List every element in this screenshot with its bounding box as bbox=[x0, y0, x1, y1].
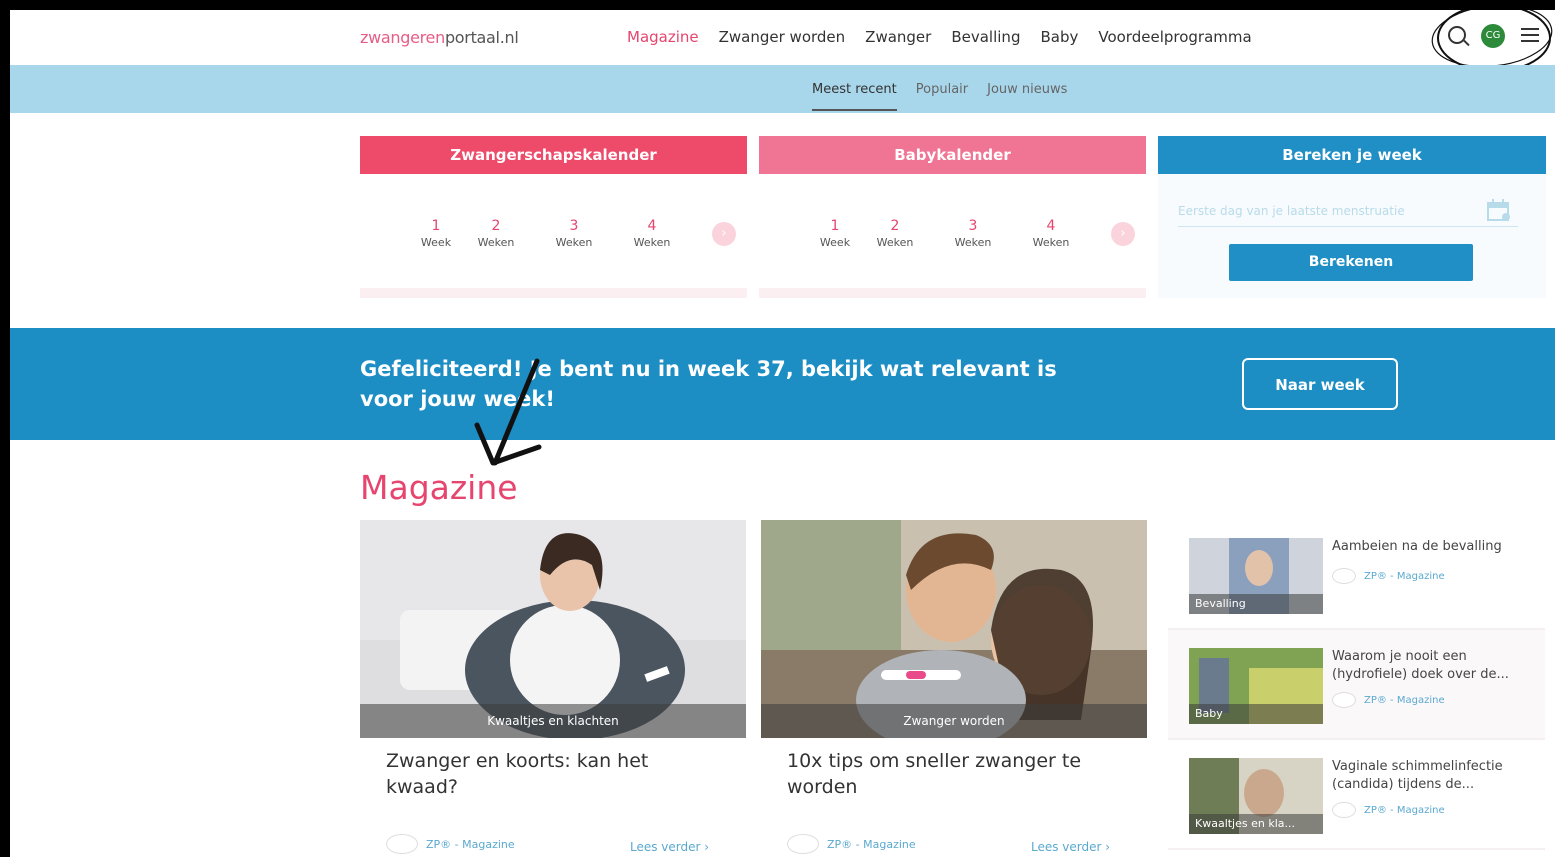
chevron-right-icon: › bbox=[704, 840, 710, 854]
article-title[interactable]: Vaginale schimmelinfectie (candida) tijd… bbox=[1332, 758, 1522, 794]
read-more-link[interactable]: Lees verder › bbox=[630, 840, 709, 854]
pregnancy-calendar-card: Zwangerschapskalender 1 Week 2 Weken 3 Weke… bbox=[360, 136, 747, 298]
week-link[interactable]: 4 Weken bbox=[1012, 218, 1090, 249]
nav-item-zwanger-worden[interactable]: Zwanger worden bbox=[719, 28, 846, 46]
article-title[interactable]: Aambeien na de bevalling bbox=[1332, 538, 1522, 556]
zp-logo-icon bbox=[787, 834, 819, 854]
chevron-right-icon[interactable]: › bbox=[712, 222, 736, 246]
article-image: Zwanger worden bbox=[761, 520, 1147, 738]
nav-item-zwanger[interactable]: Zwanger bbox=[865, 28, 931, 46]
thumbnail-category: Baby bbox=[1189, 704, 1323, 724]
list-item[interactable]: Bevalling Aambeien na de bevalling ZP® -… bbox=[1168, 520, 1545, 630]
week-link[interactable]: 3 Weken bbox=[535, 218, 613, 249]
nav-item-magazine[interactable]: Magazine bbox=[627, 28, 699, 46]
article-image: Kwaaltjes en klachten bbox=[360, 520, 746, 738]
chevron-right-icon[interactable]: › bbox=[1111, 222, 1135, 246]
article-thumbnail: Bevalling bbox=[1189, 538, 1323, 614]
article-title[interactable]: 10x tips om sneller zwanger te worden bbox=[787, 748, 1127, 800]
article-source: ZP® - Magazine bbox=[1332, 692, 1445, 708]
top-header: zwangerenportaal.nl Magazine Zwanger wor… bbox=[10, 10, 1555, 72]
zp-logo-icon bbox=[386, 834, 418, 854]
article-title[interactable]: Waarom je nooit een (hydrofiele) doek ov… bbox=[1332, 648, 1522, 684]
week-number: 4 bbox=[1046, 218, 1056, 234]
logo-part-1: zwangeren bbox=[360, 28, 445, 47]
zp-logo-icon bbox=[1332, 802, 1356, 818]
article-card[interactable]: Zwanger worden 10x tips om sneller zwang… bbox=[761, 520, 1147, 857]
week-number: 3 bbox=[968, 218, 978, 234]
week-calculator-card: Bereken je week Eerste dag van je laatst… bbox=[1158, 136, 1546, 298]
browser-viewport: zwangerenportaal.nl Magazine Zwanger wor… bbox=[10, 10, 1555, 857]
week-number: 1 bbox=[431, 218, 441, 234]
site-logo[interactable]: zwangerenportaal.nl bbox=[360, 28, 519, 47]
article-source: ZP® - Magazine bbox=[386, 834, 515, 854]
source-label: ZP® - Magazine bbox=[1364, 804, 1445, 816]
nav-item-baby[interactable]: Baby bbox=[1040, 28, 1078, 46]
subnav-populair[interactable]: Populair bbox=[916, 82, 968, 111]
chevron-right-icon: › bbox=[1105, 840, 1111, 854]
article-source: ZP® - Magazine bbox=[1332, 802, 1445, 818]
thumbnail-category: Kwaaltjes en kla... bbox=[1189, 814, 1323, 834]
baby-calendar-card: Babykalender 1 Week 2 Weken 3 Weken 4 Weken … bbox=[759, 136, 1146, 298]
baby-calendar-title[interactable]: Babykalender bbox=[759, 136, 1146, 174]
pregnancy-calendar-title[interactable]: Zwangerschapskalender bbox=[360, 136, 747, 174]
calendar-icon[interactable] bbox=[1486, 198, 1512, 222]
week-number: 4 bbox=[647, 218, 657, 234]
week-link[interactable]: 1 Week bbox=[415, 218, 457, 249]
list-item[interactable]: Baby Waarom je nooit een (hydrofiele) do… bbox=[1168, 630, 1545, 740]
week-calculator-title: Bereken je week bbox=[1158, 136, 1546, 174]
week-label: Week bbox=[819, 236, 851, 249]
article-category: Zwanger worden bbox=[761, 704, 1147, 738]
article-thumbnail: Baby bbox=[1189, 648, 1323, 724]
week-label: Weken bbox=[633, 236, 671, 249]
week-label: Weken bbox=[477, 236, 515, 249]
list-item[interactable]: Kwaaltjes en kla... Vaginale schimmelinf… bbox=[1168, 740, 1545, 850]
hand-drawn-arrow-annotation bbox=[474, 358, 542, 466]
logo-part-2: portaal.nl bbox=[444, 28, 519, 47]
week-label: Week bbox=[420, 236, 452, 249]
article-card[interactable]: Kwaaltjes en klachten Zwanger en koorts:… bbox=[360, 520, 746, 857]
source-label: ZP® - Magazine bbox=[1364, 694, 1445, 706]
week-number: 2 bbox=[890, 218, 900, 234]
zp-logo-icon bbox=[1332, 568, 1356, 584]
nav-item-voordeelprogramma[interactable]: Voordeelprogramma bbox=[1098, 28, 1251, 46]
week-number: 3 bbox=[569, 218, 579, 234]
week-banner: Gefeliciteerd! Je bent nu in week 37, be… bbox=[10, 328, 1555, 440]
article-title[interactable]: Zwanger en koorts: kan het kwaad? bbox=[386, 748, 726, 800]
zp-logo-icon bbox=[1332, 692, 1356, 708]
article-category: Kwaaltjes en klachten bbox=[360, 704, 746, 738]
last-period-date-input[interactable]: Eerste dag van je laatste menstruatie bbox=[1178, 204, 1518, 227]
source-label: ZP® - Magazine bbox=[426, 837, 515, 851]
related-articles-list: Bevalling Aambeien na de bevalling ZP® -… bbox=[1168, 520, 1545, 857]
week-label: Weken bbox=[954, 236, 992, 249]
read-more-link[interactable]: Lees verder › bbox=[1031, 840, 1110, 854]
main-navigation: Magazine Zwanger worden Zwanger Bevallin… bbox=[627, 28, 1252, 46]
go-to-week-button[interactable]: Naar week bbox=[1242, 358, 1398, 410]
subnav-meest-recent[interactable]: Meest recent bbox=[812, 82, 897, 111]
thumbnail-category: Bevalling bbox=[1189, 594, 1323, 614]
article-source: ZP® - Magazine bbox=[1332, 568, 1445, 584]
week-link[interactable]: 4 Weken bbox=[613, 218, 691, 249]
week-label: Weken bbox=[1032, 236, 1070, 249]
calculate-button[interactable]: Berekenen bbox=[1229, 244, 1473, 281]
article-thumbnail: Kwaaltjes en kla... bbox=[1189, 758, 1323, 834]
week-number: 1 bbox=[830, 218, 840, 234]
week-link[interactable]: 1 Week bbox=[814, 218, 856, 249]
sub-navigation: Meest recent Populair Jouw nieuws bbox=[10, 65, 1555, 113]
nav-item-bevalling[interactable]: Bevalling bbox=[951, 28, 1020, 46]
magazine-heading: Magazine bbox=[360, 468, 518, 507]
read-more-label: Lees verder bbox=[630, 840, 701, 854]
read-more-label: Lees verder bbox=[1031, 840, 1102, 854]
week-number: 2 bbox=[491, 218, 501, 234]
week-label: Weken bbox=[555, 236, 593, 249]
source-label: ZP® - Magazine bbox=[827, 837, 916, 851]
week-link[interactable]: 3 Weken bbox=[934, 218, 1012, 249]
week-link[interactable]: 2 Weken bbox=[457, 218, 535, 249]
subnav-jouw-nieuws[interactable]: Jouw nieuws bbox=[987, 82, 1067, 111]
source-label: ZP® - Magazine bbox=[1364, 570, 1445, 582]
week-link[interactable]: 2 Weken bbox=[856, 218, 934, 249]
article-source: ZP® - Magazine bbox=[787, 834, 916, 854]
week-label: Weken bbox=[876, 236, 914, 249]
